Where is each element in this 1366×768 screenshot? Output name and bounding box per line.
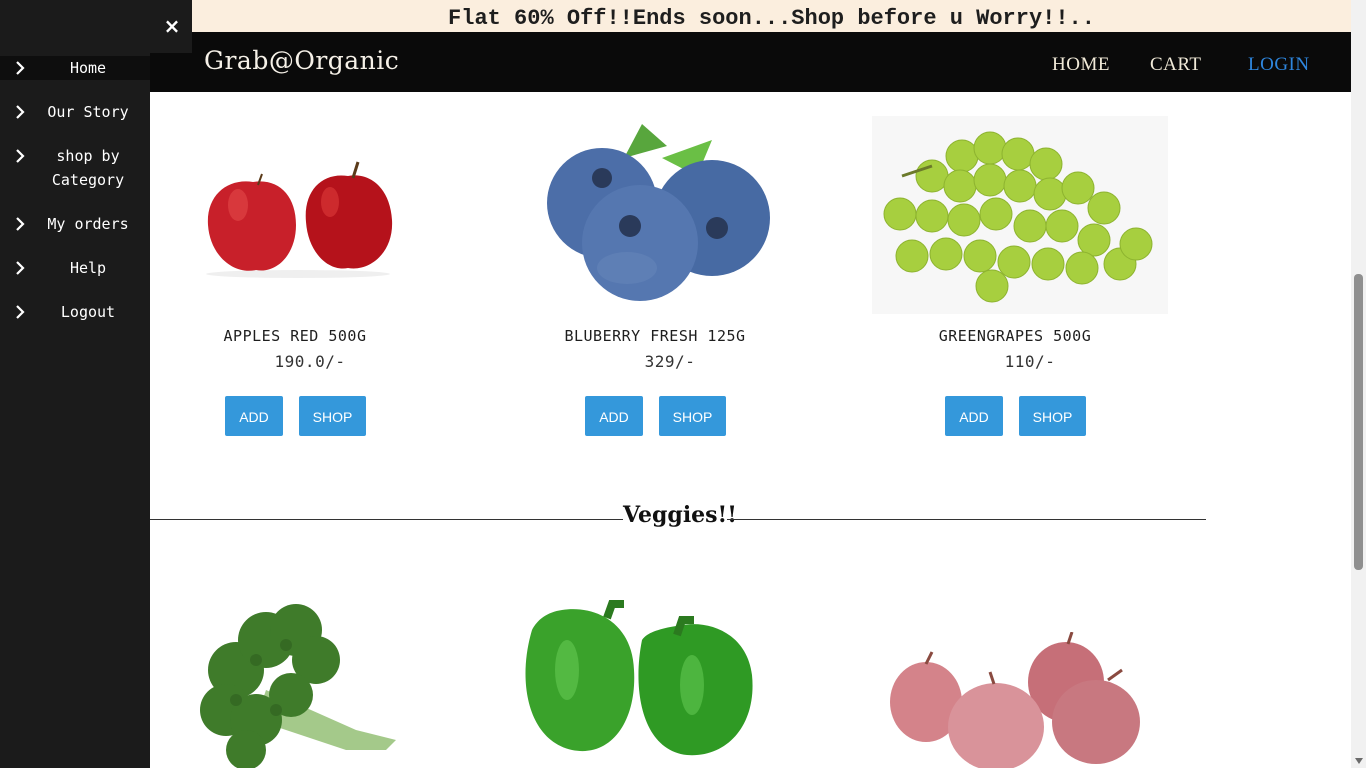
product-name: GREENGRAPES 500G <box>938 327 1092 345</box>
sidebar-header: × <box>0 0 192 53</box>
shop-now-button[interactable]: SHOP <box>1019 396 1086 436</box>
section-divider <box>727 519 1206 520</box>
sidebar-item-home[interactable]: Home <box>0 56 150 80</box>
shop-now-button[interactable]: SHOP <box>659 396 726 436</box>
page-scrollbar[interactable] <box>1351 0 1366 768</box>
sidebar-item-label: Our Story <box>47 103 129 121</box>
nav-link-home[interactable]: HOME <box>1052 54 1110 76</box>
nav-link-login[interactable]: LOGIN <box>1248 54 1310 76</box>
add-to-cart-button[interactable]: ADD <box>225 396 283 436</box>
sidebar-nav: Home Our Story shop by Category My order… <box>0 0 150 768</box>
sidebar-item-label: Home <box>69 59 107 77</box>
sidebar-item-label: Logout <box>60 303 116 321</box>
add-to-cart-button[interactable]: ADD <box>585 396 643 436</box>
broccoli-product-image[interactable] <box>196 600 408 768</box>
shop-now-button[interactable]: SHOP <box>299 396 366 436</box>
scroll-down-arrow-icon[interactable] <box>1355 758 1363 764</box>
section-divider <box>150 519 623 520</box>
brand-logo[interactable]: Grab@Organic <box>204 46 399 75</box>
scrollbar-thumb[interactable] <box>1354 274 1363 570</box>
green-grapes-product-image[interactable] <box>872 116 1168 314</box>
add-to-cart-button[interactable]: ADD <box>945 396 1003 436</box>
product-name: BLUBERRY FRESH 125G <box>564 327 746 345</box>
nav-link-cart[interactable]: CART <box>1150 54 1202 76</box>
red-onion-product-image[interactable] <box>886 632 1146 768</box>
product-price: 110/- <box>1004 352 1056 371</box>
veggies-section-title: Veggies!! <box>623 502 737 528</box>
blueberry-product-image[interactable] <box>512 118 808 312</box>
close-sidebar-button[interactable]: × <box>160 12 184 40</box>
product-price: 329/- <box>644 352 696 371</box>
product-price: 190.0/- <box>274 352 346 371</box>
apple-product-image[interactable] <box>198 160 398 280</box>
sidebar-item-label: shop by Category <box>51 147 125 189</box>
sidebar-item-label: My orders <box>47 215 129 233</box>
sidebar-item-label: Help <box>69 259 107 277</box>
top-navbar: Grab@Organic HOME CART LOGIN <box>150 32 1351 92</box>
product-name: APPLES RED 500G <box>223 327 367 345</box>
promo-banner: Flat 60% Off!!Ends soon...Shop before u … <box>192 0 1351 32</box>
green-capsicum-product-image[interactable] <box>512 600 808 768</box>
